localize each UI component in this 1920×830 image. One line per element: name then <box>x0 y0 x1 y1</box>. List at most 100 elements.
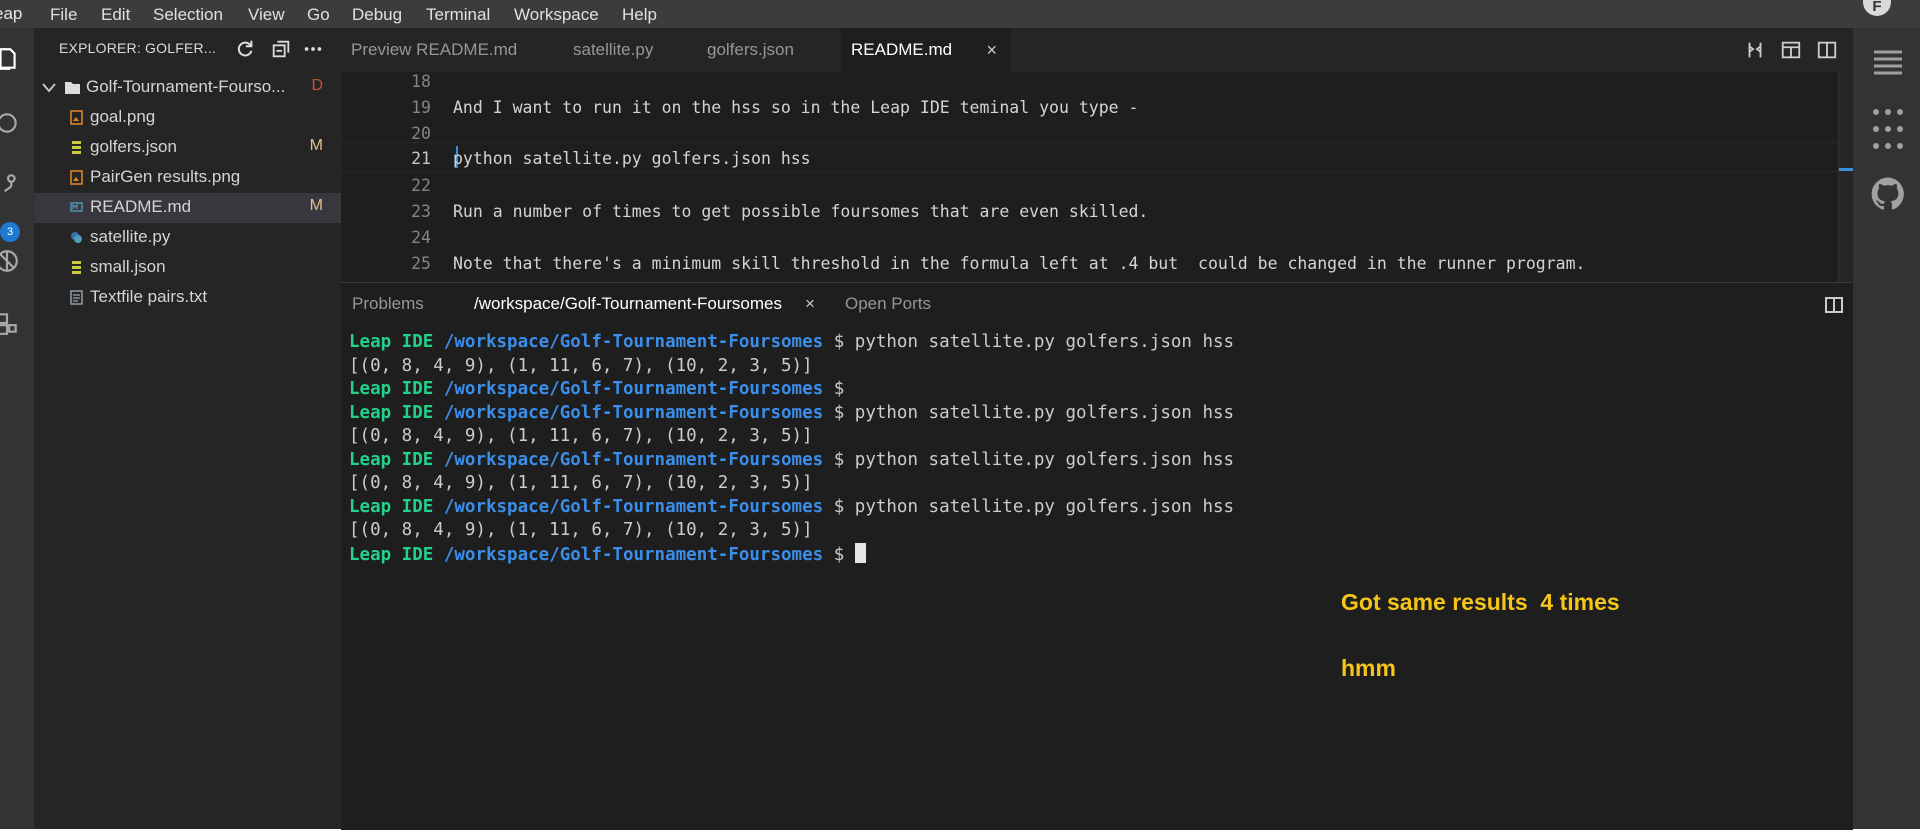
line-number: 19 <box>411 98 431 117</box>
tab-open-ports[interactable]: Open Ports <box>845 294 931 314</box>
terminal-output[interactable]: Leap IDE /workspace/Golf-Tournament-Four… <box>349 331 1234 567</box>
split-editor-icon[interactable] <box>1816 39 1838 61</box>
code-line: python satellite.py golfers.json hss <box>453 149 811 168</box>
tab-label: golfers.json <box>707 40 794 59</box>
terminal-line: Leap IDE /workspace/Golf-Tournament-Four… <box>349 449 1235 470</box>
tab-terminal[interactable]: /workspace/Golf-Tournament-Foursomes <box>474 294 782 314</box>
menu-bar: eap File Edit Selection View Go Debug Te… <box>0 0 1920 28</box>
editor-scrollbar[interactable] <box>1838 72 1853 282</box>
file-label: small.json <box>90 257 166 276</box>
github-icon[interactable] <box>1870 176 1906 212</box>
file-small-json[interactable]: small.json <box>34 253 341 283</box>
close-tab-icon[interactable]: × <box>986 28 997 72</box>
search-icon[interactable] <box>0 110 20 136</box>
right-activity-bar <box>1853 28 1920 829</box>
file-label: satellite.py <box>90 227 171 246</box>
folder-status-badge: D <box>311 77 323 94</box>
terminal-cursor <box>854 542 866 563</box>
file-status-badge: M <box>309 197 323 214</box>
outline-icon[interactable] <box>1872 48 1904 76</box>
menu-terminal[interactable]: Terminal <box>426 5 490 25</box>
annotation-text: hmm <box>1341 655 1396 681</box>
editor-tab-bar: Preview README.md satellite.py golfers.j… <box>341 28 1853 72</box>
file-status-badge: M <box>309 137 323 154</box>
file-label: PairGen results.png <box>90 167 241 186</box>
tab-golfers-json[interactable]: golfers.json <box>697 28 837 72</box>
terminal-line: [(0, 8, 4, 9), (1, 11, 6, 7), (10, 2, 3,… <box>349 520 813 540</box>
json-file-icon <box>72 141 81 154</box>
source-control-icon[interactable] <box>0 172 20 198</box>
chevron-down-icon <box>42 83 56 93</box>
menu-debug[interactable]: Debug <box>352 5 402 25</box>
tab-label: satellite.py <box>573 40 654 59</box>
file-label: README.md <box>90 197 192 216</box>
line-number: 23 <box>411 202 431 221</box>
plugins-icon[interactable] <box>1872 108 1904 152</box>
menu-file[interactable]: File <box>50 5 77 25</box>
image-file-icon <box>70 170 83 185</box>
line-number: 25 <box>411 254 431 273</box>
menu-view[interactable]: View <box>248 5 285 25</box>
terminal-line: [(0, 8, 4, 9), (1, 11, 6, 7), (10, 2, 3,… <box>349 473 813 493</box>
code-editor[interactable]: 18 19 And I want to run it on the hss so… <box>341 72 1853 282</box>
menu-edit[interactable]: Edit <box>101 5 130 25</box>
files-icon[interactable] <box>0 46 20 72</box>
tab-satellite-py[interactable]: satellite.py <box>563 28 683 72</box>
annotation-text: Got same results 4 times <box>1341 589 1620 615</box>
file-label: Textfile pairs.txt <box>90 287 208 306</box>
scrollbar-cursor-marker <box>1839 168 1853 171</box>
file-label: golfers.json <box>90 137 177 156</box>
menu-go[interactable]: Go <box>307 5 330 25</box>
file-label: goal.png <box>90 107 156 126</box>
bottom-panel: Problems /workspace/Golf-Tournament-Four… <box>341 282 1853 830</box>
tab-preview-readme[interactable]: Preview README.md <box>341 28 556 72</box>
file-textfile-pairs-txt[interactable]: Textfile pairs.txt <box>34 283 341 313</box>
tab-readme-md[interactable]: README.md × <box>841 28 1011 72</box>
file-satellite-py[interactable]: satellite.py <box>34 223 341 253</box>
terminal-line: Leap IDE /workspace/Golf-Tournament-Four… <box>349 332 1235 352</box>
terminal-line: Leap IDE /workspace/Golf-Tournament-Four… <box>349 379 845 399</box>
image-file-icon <box>70 110 83 125</box>
text-file-icon <box>70 290 83 305</box>
explorer-title: EXPLORER: GOLFER... <box>59 40 217 56</box>
line-number: 24 <box>411 228 431 247</box>
open-preview-icon[interactable] <box>1780 39 1802 61</box>
code-line: Run a number of times to get possible fo… <box>453 202 1149 221</box>
folder-icon <box>65 82 80 94</box>
terminal-line: [(0, 8, 4, 9), (1, 11, 6, 7), (10, 2, 3,… <box>349 355 813 376</box>
file-pairgen-results-png[interactable]: PairGen results.png <box>34 163 341 193</box>
line-number: 18 <box>411 72 431 91</box>
file-readme-md[interactable]: README.md M <box>34 193 341 223</box>
folder-golf-tournament[interactable]: Golf-Tournament-Fourso... D <box>34 73 341 103</box>
menu-help[interactable]: Help <box>622 5 657 25</box>
python-file-icon <box>71 232 82 243</box>
tab-label: Preview README.md <box>351 40 518 59</box>
line-number: 21 <box>411 149 431 168</box>
file-goal-png[interactable]: goal.png <box>34 103 341 133</box>
code-line: And I want to run it on the hss so in th… <box>453 98 1139 117</box>
explorer-sidebar: EXPLORER: GOLFER... Golf-Tournament-Four… <box>34 28 341 829</box>
markdown-file-icon <box>70 202 83 212</box>
tab-problems[interactable]: Problems <box>352 294 424 314</box>
activity-bar: 3 <box>0 28 34 829</box>
maximize-panel-icon[interactable] <box>1825 297 1843 313</box>
refresh-icon[interactable] <box>234 38 256 60</box>
scm-badge: 3 <box>0 222 20 242</box>
folder-label: Golf-Tournament-Fourso... <box>86 77 286 96</box>
extensions-icon[interactable] <box>0 310 20 336</box>
open-changes-icon[interactable] <box>1744 39 1766 61</box>
terminal-line: Leap IDE /workspace/Golf-Tournament-Four… <box>349 496 1235 517</box>
app-logo: eap <box>0 4 23 23</box>
menu-workspace[interactable]: Workspace <box>514 5 599 25</box>
more-actions-icon[interactable] <box>302 38 324 60</box>
collapse-all-icon[interactable] <box>270 38 292 60</box>
terminal-line: Leap IDE /workspace/Golf-Tournament-Four… <box>349 402 1235 423</box>
terminal-line: Leap IDE /workspace/Golf-Tournament-Four… <box>349 542 1234 568</box>
account-avatar[interactable]: F <box>1863 0 1891 16</box>
file-golfers-json[interactable]: golfers.json M <box>34 133 341 163</box>
menu-selection[interactable]: Selection <box>153 5 223 25</box>
code-line: Note that there's a minimum skill thresh… <box>453 254 1586 273</box>
debug-icon[interactable] <box>0 248 20 274</box>
close-terminal-icon[interactable]: × <box>805 294 815 314</box>
terminal-line: [(0, 8, 4, 9), (1, 11, 6, 7), (10, 2, 3,… <box>349 426 813 446</box>
